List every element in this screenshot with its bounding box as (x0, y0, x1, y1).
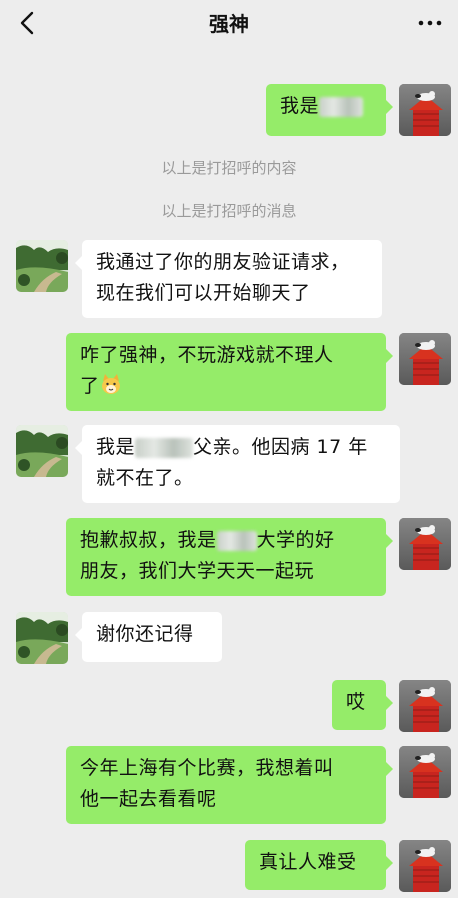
garden-landscape-avatar-icon[interactable] (16, 425, 68, 477)
message-text-line: 了 (80, 375, 100, 397)
message-text: 我是 (280, 95, 320, 117)
message-text: 大学的好 (256, 529, 335, 551)
message-text-line: 咋了强神，不玩游戏就不理人 (80, 344, 334, 366)
redacted-name (319, 96, 364, 117)
snoopy-doghouse-avatar-icon[interactable] (399, 746, 451, 798)
garden-landscape-avatar-icon[interactable] (16, 240, 68, 292)
snoopy-doghouse-avatar-icon[interactable] (399, 518, 451, 570)
snoopy-doghouse-avatar-icon[interactable] (399, 680, 451, 732)
message-text-line: 就不在了。 (96, 467, 194, 489)
system-notice: 以上是打招呼的消息 (161, 202, 297, 220)
message-text: 父亲。他因病 17 年 (193, 436, 368, 458)
message-bubble-received[interactable]: 我是 父亲。他因病 17 年 就不在了。 (75, 425, 400, 503)
message-text: 真让人难受 (259, 851, 357, 873)
garden-landscape-avatar-icon[interactable] (16, 612, 68, 664)
message-text-line: 他一起去看看呢 (80, 788, 217, 810)
snoopy-doghouse-avatar-icon[interactable] (399, 840, 451, 892)
message-text: 我是 (96, 436, 136, 458)
message-text: 我通过了你的朋友验证请求，现在我们可以开始聊天了 (96, 251, 350, 304)
message-bubble-sent[interactable]: 抱歉叔叔，我是 大学的好 朋友，我们大学天天一起玩 (66, 518, 393, 596)
cat-face-emoji-icon (101, 374, 120, 394)
message-bubble-sent[interactable]: 我是 (266, 84, 393, 136)
redacted-name (135, 437, 194, 458)
snoopy-doghouse-avatar-icon[interactable] (399, 84, 451, 136)
chat-header: 强神 (0, 0, 458, 46)
message-bubble-sent[interactable]: 哎 (332, 680, 393, 730)
chat-title: 强神 (209, 12, 249, 36)
message-text: 抱歉叔叔，我是 (80, 529, 217, 551)
snoopy-doghouse-avatar-icon[interactable] (399, 333, 451, 385)
message-text-line: 朋友，我们大学天天一起玩 (80, 560, 315, 582)
message-bubble-sent[interactable]: 真让人难受 (245, 840, 393, 890)
message-bubble-sent[interactable]: 今年上海有个比赛，我想着叫 他一起去看看呢 (66, 746, 393, 824)
message-text-line: 今年上海有个比赛，我想着叫 (80, 757, 334, 779)
message-text: 哎 (346, 691, 366, 713)
system-notice: 以上是打招呼的内容 (161, 159, 297, 177)
message-bubble-received[interactable]: 我通过了你的朋友验证请求，现在我们可以开始聊天了 (75, 240, 382, 318)
redacted-school (216, 530, 257, 551)
message-bubble-received[interactable]: 谢你还记得 (75, 612, 222, 662)
more-options-icon[interactable] (416, 14, 444, 32)
message-text: 谢你还记得 (96, 623, 194, 645)
message-bubble-sent[interactable]: 咋了强神，不玩游戏就不理人 了 (66, 333, 393, 411)
